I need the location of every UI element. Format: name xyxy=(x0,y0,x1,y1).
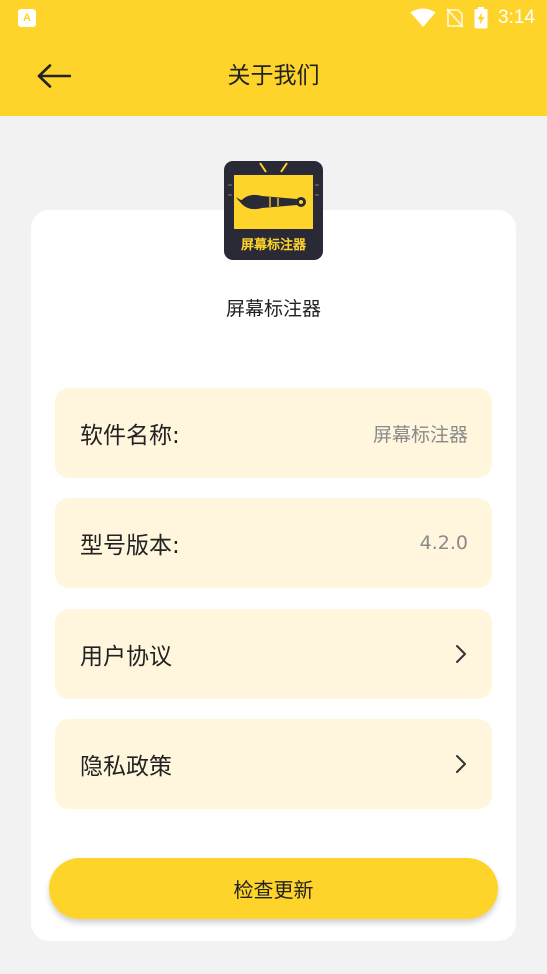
app-logo: 屏幕标注器 xyxy=(224,161,323,260)
privacy-policy-row[interactable]: 隐私政策 xyxy=(55,719,492,809)
row-label: 软件名称: xyxy=(80,423,180,449)
app-name: 屏幕标注器 xyxy=(225,298,321,320)
status-time: 3:14 xyxy=(498,7,535,28)
battery-charging-icon xyxy=(474,7,488,29)
row-value: 屏幕标注器 xyxy=(372,423,468,446)
app-notification-icon: A xyxy=(18,9,36,27)
user-agreement-row[interactable]: 用户协议 xyxy=(55,609,492,699)
info-row-software-name: 软件名称: 屏幕标注器 xyxy=(55,388,492,478)
chevron-right-icon xyxy=(454,643,468,665)
app-header: A 3:14 关于我们 xyxy=(0,0,547,116)
page-title: 关于我们 xyxy=(227,63,320,89)
no-sim-icon xyxy=(446,8,464,28)
check-update-button[interactable]: 检查更新 xyxy=(49,858,498,919)
chevron-right-icon xyxy=(454,753,468,775)
back-button[interactable] xyxy=(30,56,78,96)
logo-screen xyxy=(232,173,315,231)
brush-icon xyxy=(236,194,306,210)
logo-text: 屏幕标注器 xyxy=(240,238,306,253)
row-value: 4.2.0 xyxy=(419,532,468,554)
row-label: 隐私政策 xyxy=(80,754,172,780)
info-row-version: 型号版本: 4.2.0 xyxy=(55,498,492,588)
row-label: 型号版本: xyxy=(80,533,180,559)
arrow-left-icon xyxy=(37,64,71,88)
status-bar: A 3:14 xyxy=(0,0,547,36)
toolbar: 关于我们 xyxy=(0,36,547,116)
wifi-icon xyxy=(410,8,436,27)
row-label: 用户协议 xyxy=(80,644,172,670)
